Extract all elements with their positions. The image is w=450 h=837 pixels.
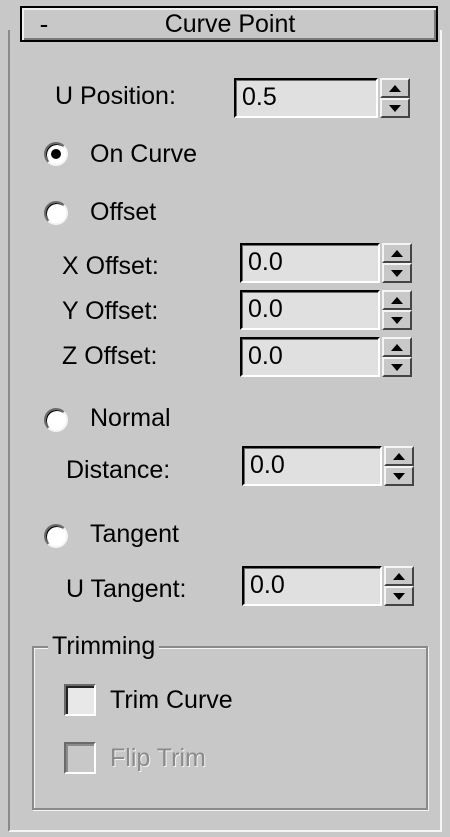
- triangle-down-icon: [391, 316, 403, 324]
- rollout-header[interactable]: - Curve Point: [20, 6, 438, 42]
- triangle-up-icon: [391, 296, 403, 304]
- trim-curve-checkbox[interactable]: [64, 684, 96, 716]
- x-offset-label: X Offset:: [62, 252, 159, 280]
- triangle-down-icon: [391, 363, 403, 371]
- flip-trim-label: Flip Trim: [110, 744, 206, 772]
- distance-label: Distance:: [66, 456, 171, 484]
- collapse-icon[interactable]: -: [24, 11, 64, 37]
- spinner-down-button[interactable]: [384, 586, 414, 606]
- normal-radio[interactable]: [44, 408, 68, 432]
- spinner-up-button[interactable]: [384, 566, 414, 586]
- trimming-group-title: Trimming: [48, 632, 160, 661]
- distance-field[interactable]: 0.0: [242, 446, 382, 486]
- u-position-field[interactable]: 0.5: [234, 78, 378, 118]
- spinner-up-button[interactable]: [380, 78, 410, 98]
- on-curve-label: On Curve: [90, 140, 197, 168]
- z-offset-field[interactable]: 0.0: [240, 337, 380, 377]
- spinner-down-button[interactable]: [382, 357, 412, 377]
- u-tangent-field[interactable]: 0.0: [242, 566, 382, 606]
- triangle-down-icon: [393, 592, 405, 600]
- tangent-label: Tangent: [90, 520, 179, 548]
- spinner-down-button[interactable]: [382, 263, 412, 283]
- y-offset-spinner[interactable]: [382, 290, 412, 330]
- y-offset-field[interactable]: 0.0: [240, 290, 380, 330]
- u-tangent-spinner[interactable]: [384, 566, 414, 606]
- triangle-up-icon: [389, 84, 401, 92]
- u-position-spinner[interactable]: [380, 78, 410, 118]
- u-tangent-label: U Tangent:: [66, 575, 187, 603]
- spinner-up-button[interactable]: [382, 337, 412, 357]
- triangle-up-icon: [393, 572, 405, 580]
- spinner-up-button[interactable]: [382, 290, 412, 310]
- offset-radio[interactable]: [44, 201, 68, 225]
- z-offset-label: Z Offset:: [62, 342, 158, 370]
- y-offset-label: Y Offset:: [62, 297, 159, 325]
- tangent-radio[interactable]: [44, 524, 68, 548]
- triangle-down-icon: [391, 269, 403, 277]
- x-offset-field[interactable]: 0.0: [240, 243, 380, 283]
- rollout-title: Curve Point: [164, 9, 296, 38]
- spinner-down-button[interactable]: [380, 98, 410, 118]
- spinner-down-button[interactable]: [382, 310, 412, 330]
- u-position-label: U Position:: [55, 82, 176, 110]
- on-curve-radio[interactable]: [44, 142, 68, 166]
- trimming-group: [32, 646, 428, 810]
- trim-curve-label: Trim Curve: [110, 686, 233, 714]
- flip-trim-checkbox[interactable]: [64, 742, 96, 774]
- normal-label: Normal: [90, 404, 171, 432]
- x-offset-spinner[interactable]: [382, 243, 412, 283]
- triangle-down-icon: [389, 104, 401, 112]
- z-offset-spinner[interactable]: [382, 337, 412, 377]
- spinner-up-button[interactable]: [382, 243, 412, 263]
- triangle-up-icon: [391, 249, 403, 257]
- offset-label: Offset: [90, 198, 157, 226]
- triangle-up-icon: [391, 343, 403, 351]
- spinner-up-button[interactable]: [384, 446, 414, 466]
- spinner-down-button[interactable]: [384, 466, 414, 486]
- triangle-up-icon: [393, 452, 405, 460]
- triangle-down-icon: [393, 472, 405, 480]
- distance-spinner[interactable]: [384, 446, 414, 486]
